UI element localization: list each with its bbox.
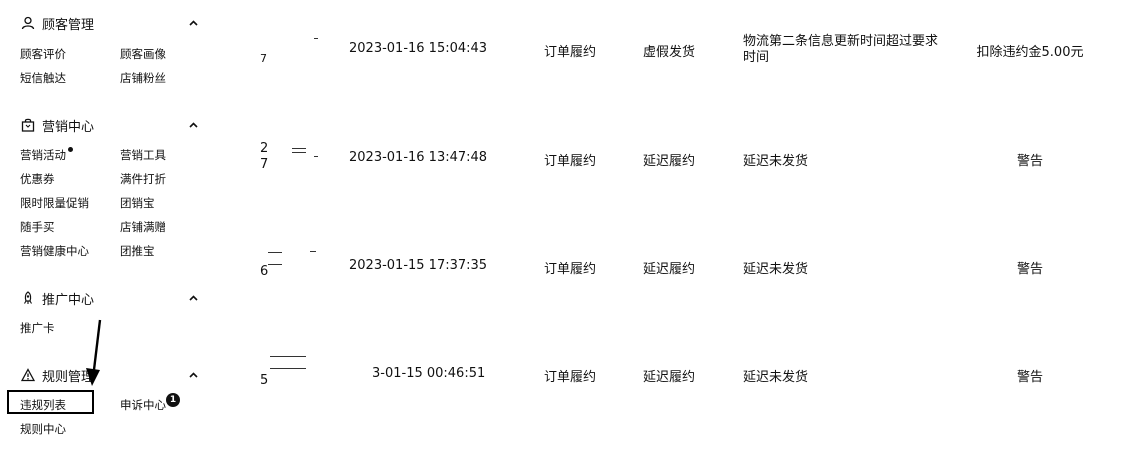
collapse-caret-icon[interactable] <box>188 120 198 130</box>
sidebar-item-store-fans[interactable]: 店铺粉丝 <box>120 70 166 86</box>
redaction-mark <box>314 156 318 157</box>
redaction-mark <box>270 368 306 369</box>
order-id-fragment: 7 <box>260 157 269 172</box>
sidebar-item-sms-reach[interactable]: 短信触达 <box>20 70 66 86</box>
collapse-caret-icon[interactable] <box>188 18 198 28</box>
sidebar-item-suishoumai[interactable]: 随手买 <box>20 219 55 235</box>
violation-category: 订单履约 <box>544 45 597 60</box>
notification-dot-icon <box>68 147 73 152</box>
user-icon <box>20 15 36 31</box>
section-title: 顾客管理 <box>42 17 95 33</box>
sidebar-item-marketing-activities[interactable]: 营销活动 <box>20 147 73 163</box>
violation-category: 订单履约 <box>544 154 597 169</box>
violation-penalty: 警告 <box>1016 370 1043 385</box>
sidebar-item-rules-center[interactable]: 规则中心 <box>20 421 66 437</box>
order-id-fragment: 7 <box>260 52 267 65</box>
violation-penalty: 扣除违约金5.00元 <box>976 45 1084 60</box>
section-marketing-center[interactable]: 营销中心 <box>20 115 94 135</box>
sidebar-item-appeal-center[interactable]: 申诉中心 <box>120 397 166 413</box>
sidebar-item-multi-item-discount[interactable]: 满件打折 <box>120 171 166 187</box>
violation-type: 虚假发货 <box>643 45 696 60</box>
shopping-bag-icon <box>20 117 36 133</box>
redaction-mark <box>314 38 318 39</box>
redaction-mark <box>270 356 306 357</box>
section-customer-management[interactable]: 顾客管理 <box>20 13 94 33</box>
sidebar-item-tuanxiaobao[interactable]: 团销宝 <box>120 195 155 211</box>
violation-time: 3-01-15 00:46:51 <box>372 366 486 381</box>
sidebar-item-store-gift[interactable]: 店铺满赠 <box>120 219 166 235</box>
section-promotion-center[interactable]: 推广中心 <box>20 288 94 308</box>
order-id-fragment: 6 <box>260 264 269 279</box>
warning-icon <box>20 367 36 383</box>
violation-penalty: 警告 <box>1016 154 1043 169</box>
order-id-fragment: 5 <box>260 373 269 388</box>
collapse-caret-icon[interactable] <box>188 370 198 380</box>
order-id-fragment: 2 <box>260 141 269 156</box>
violation-category: 订单履约 <box>544 262 597 277</box>
redaction-mark <box>310 251 316 252</box>
annotation-highlight-box <box>7 390 94 414</box>
violation-type: 延迟履约 <box>643 154 696 169</box>
sidebar-item-customer-reviews[interactable]: 顾客评价 <box>20 46 66 62</box>
violation-penalty: 警告 <box>1016 262 1043 277</box>
violation-type: 延迟履约 <box>643 262 696 277</box>
notification-badge: 1 <box>166 393 180 407</box>
section-title: 推广中心 <box>42 292 95 308</box>
sidebar-item-label: 营销活动 <box>20 148 66 162</box>
redaction-mark <box>268 252 282 253</box>
sidebar-item-customer-profile[interactable]: 顾客画像 <box>120 46 166 62</box>
sidebar-item-coupons[interactable]: 优惠券 <box>20 171 55 187</box>
sidebar-item-promo-card[interactable]: 推广卡 <box>20 320 55 336</box>
sidebar-item-marketing-tools[interactable]: 营销工具 <box>120 147 166 163</box>
violation-type: 延迟履约 <box>643 370 696 385</box>
sidebar-item-marketing-health[interactable]: 营销健康中心 <box>20 243 89 259</box>
sidebar: 顾客管理 顾客评价 顾客画像 短信触达 店铺粉丝 营销中心 营销活动 营销工具 … <box>0 0 210 462</box>
redaction-mark <box>268 264 282 265</box>
rocket-icon <box>20 290 36 306</box>
violation-reason: 延迟未发货 <box>743 370 809 385</box>
violation-reason: 物流第二条信息更新时间超过要求时间 <box>743 34 939 65</box>
collapse-caret-icon[interactable] <box>188 293 198 303</box>
redaction-mark <box>292 152 306 153</box>
sidebar-item-limited-time-promo[interactable]: 限时限量促销 <box>20 195 89 211</box>
violation-reason: 延迟未发货 <box>743 154 809 169</box>
annotation-arrow-icon <box>86 319 102 386</box>
section-title: 营销中心 <box>42 119 95 135</box>
violation-time: 2023-01-15 17:37:35 <box>349 258 488 273</box>
sidebar-item-tuituibao[interactable]: 团推宝 <box>120 243 155 259</box>
violation-table: 7 2023-01-16 15:04:43 订单履约 虚假发货 物流第二条信息更… <box>210 0 1130 462</box>
violation-time: 2023-01-16 15:04:43 <box>349 41 488 56</box>
violation-category: 订单履约 <box>544 370 597 385</box>
redaction-mark <box>292 148 306 149</box>
violation-time: 2023-01-16 13:47:48 <box>349 150 488 165</box>
violation-reason: 延迟未发货 <box>743 262 809 277</box>
